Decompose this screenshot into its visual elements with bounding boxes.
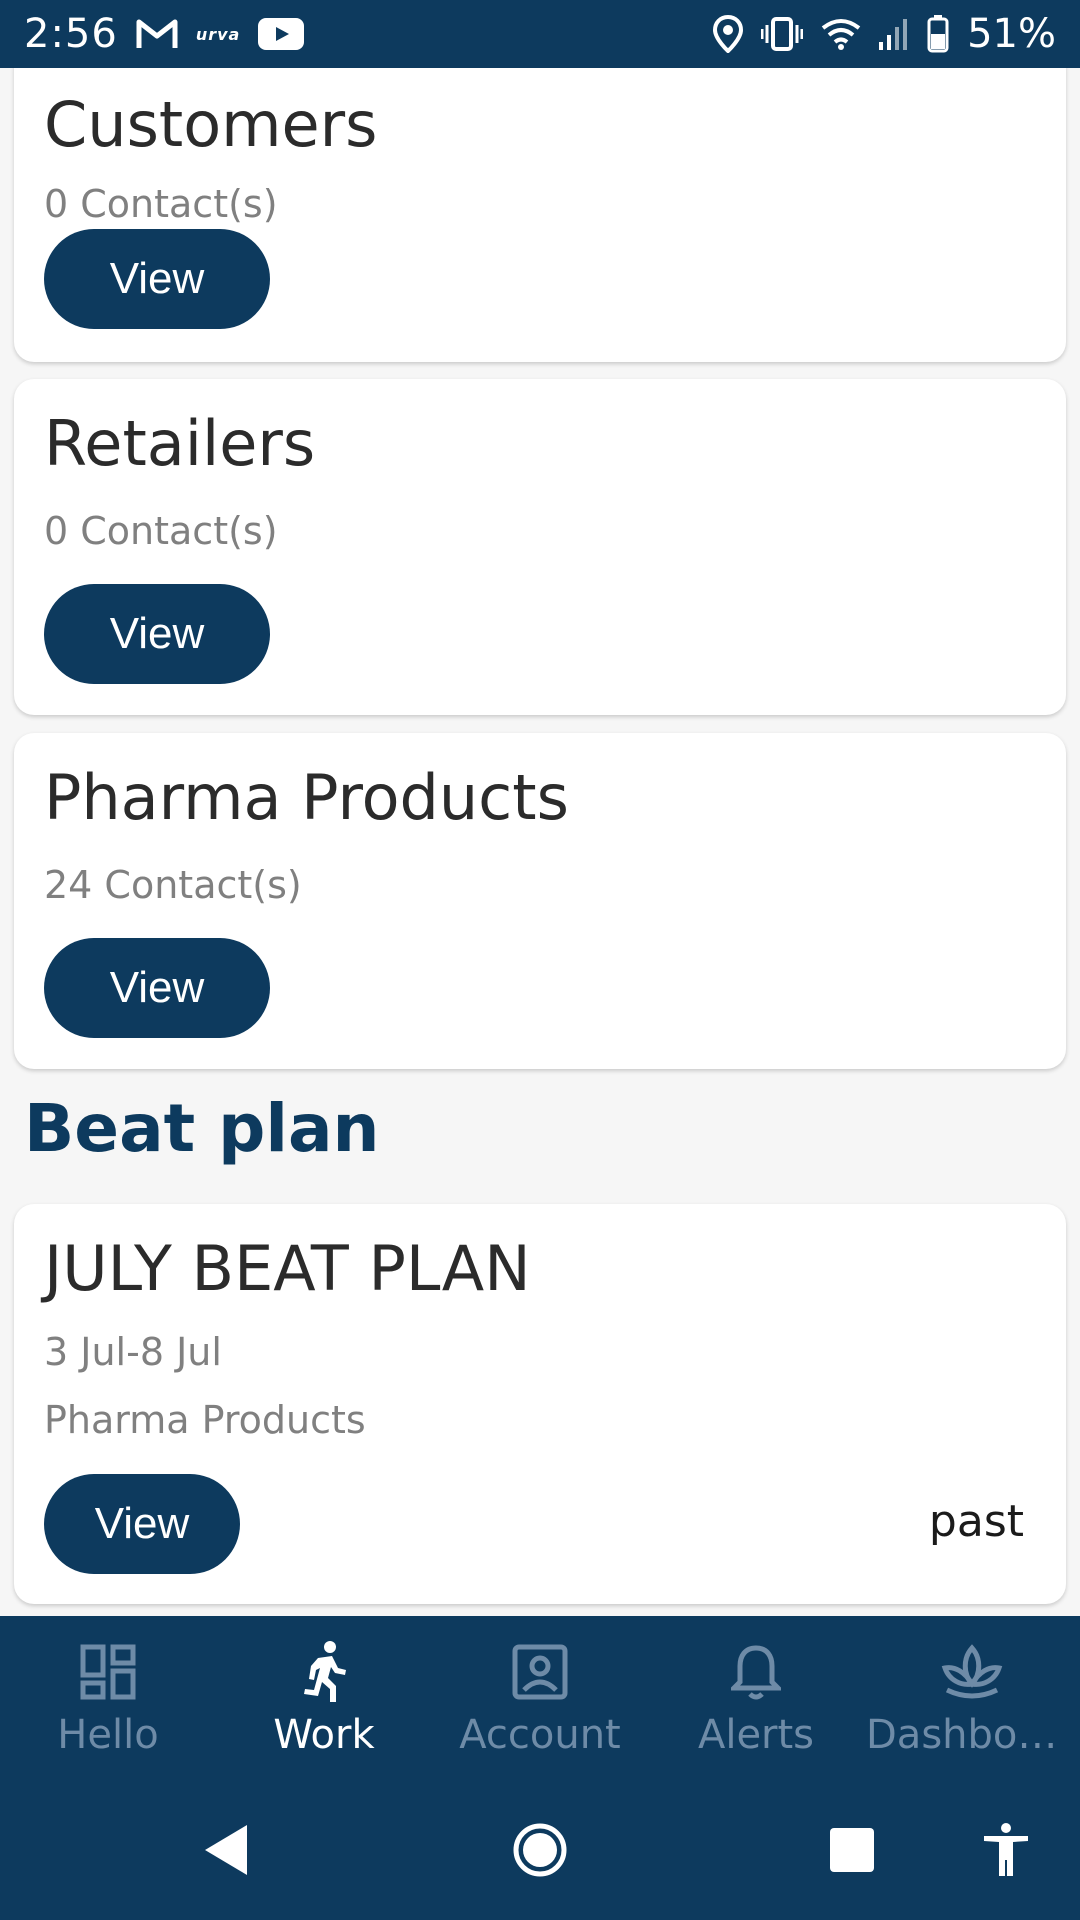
location-icon xyxy=(713,15,744,53)
beat-plan-title: JULY BEAT PLAN xyxy=(44,1232,531,1305)
nav-label: Dashboa... xyxy=(866,1712,1078,1758)
home-icon[interactable] xyxy=(510,1820,570,1880)
card-title: Retailers xyxy=(44,407,316,480)
wifi-icon xyxy=(821,18,861,50)
status-bar: 2:56 urva 51% xyxy=(0,0,1080,68)
nav-item-alerts[interactable]: Alerts xyxy=(648,1616,864,1784)
contact-card-customers: Customers 0 Contact(s) View xyxy=(14,68,1066,362)
view-customers-button[interactable]: View xyxy=(44,229,270,329)
battery-icon xyxy=(927,15,949,53)
card-contacts-count: 0 Contact(s) xyxy=(44,509,278,553)
status-time: 2:56 xyxy=(24,11,118,57)
gmail-icon xyxy=(136,18,178,50)
nav-item-account[interactable]: Account xyxy=(432,1616,648,1784)
lotus-icon xyxy=(941,1640,1003,1704)
nav-item-hello[interactable]: Hello xyxy=(0,1616,216,1784)
system-navigation-bar xyxy=(0,1784,1080,1920)
contact-card-pharma-products: Pharma Products 24 Contact(s) View xyxy=(14,733,1066,1069)
view-retailers-button[interactable]: View xyxy=(44,584,270,684)
bottom-navigation: Hello Work Account Alerts Dashboa... xyxy=(0,1616,1080,1784)
recents-icon[interactable] xyxy=(822,1820,882,1880)
vibrate-icon xyxy=(761,17,804,51)
contact-card-retailers: Retailers 0 Contact(s) View xyxy=(14,379,1066,715)
card-contacts-count: 0 Contact(s) xyxy=(44,182,278,226)
youtube-icon xyxy=(258,18,305,50)
beat-plan-status: past xyxy=(928,1496,1024,1547)
bell-icon xyxy=(731,1640,781,1704)
card-title: Customers xyxy=(44,88,378,161)
beat-plan-card: JULY BEAT PLAN 3 Jul-8 Jul Pharma Produc… xyxy=(14,1204,1066,1604)
running-person-icon xyxy=(296,1640,352,1704)
view-pharma-products-button[interactable]: View xyxy=(44,938,270,1038)
nav-item-dashboard[interactable]: Dashboa... xyxy=(864,1616,1080,1784)
beat-plan-heading: Beat plan xyxy=(24,1090,380,1167)
nav-label: Work xyxy=(273,1712,375,1758)
battery-percent: 51% xyxy=(967,11,1056,57)
beat-plan-date-range: 3 Jul-8 Jul xyxy=(44,1330,222,1374)
card-contacts-count: 24 Contact(s) xyxy=(44,863,302,907)
view-beat-plan-button[interactable]: View xyxy=(44,1474,240,1574)
work-content: Customers 0 Contact(s) View Retailers 0 … xyxy=(0,68,1080,1616)
beat-plan-category: Pharma Products xyxy=(44,1398,366,1442)
nav-label: Account xyxy=(459,1712,621,1758)
accessibility-icon[interactable] xyxy=(976,1818,1036,1882)
nav-label: Hello xyxy=(57,1712,159,1758)
nav-label: Alerts xyxy=(697,1712,815,1758)
account-box-icon xyxy=(512,1640,568,1704)
urva-icon: urva xyxy=(195,24,241,44)
nav-item-work[interactable]: Work xyxy=(216,1616,432,1784)
signal-icon xyxy=(879,18,909,50)
card-title: Pharma Products xyxy=(44,761,569,834)
dashboard-grid-icon xyxy=(80,1640,136,1704)
back-icon[interactable] xyxy=(196,1820,256,1880)
